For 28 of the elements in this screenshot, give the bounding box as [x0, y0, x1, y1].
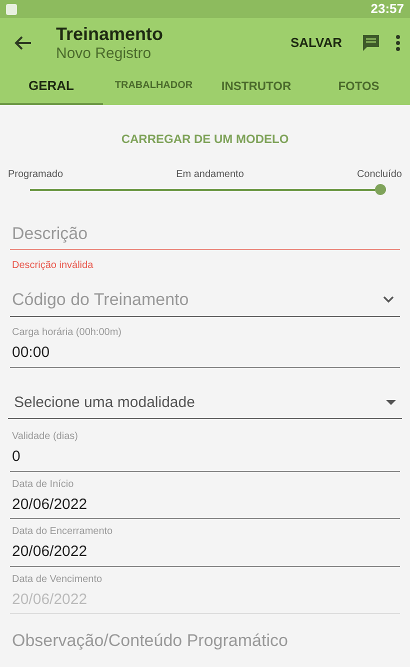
chat-icon[interactable]: [362, 34, 380, 52]
dropdown-field[interactable]: Selecione uma modalidade: [8, 388, 402, 419]
screen-title: Treinamento: [56, 24, 164, 44]
error-message: Descrição inválida: [12, 258, 94, 272]
text-field[interactable]: Descrição: [10, 219, 400, 250]
input-field[interactable]: 00:00: [10, 340, 400, 368]
tab[interactable]: GERAL: [0, 68, 102, 105]
status-label: Programado: [8, 168, 64, 182]
back-icon[interactable]: [14, 35, 32, 51]
caret-down-icon: [386, 400, 396, 406]
save-button[interactable]: SALVAR: [286, 29, 346, 57]
input-field[interactable]: 20/06/2022: [10, 539, 400, 566]
clock: 23:57: [370, 0, 404, 18]
field-label: Carga horária (00h:00m): [12, 326, 122, 340]
status-label: Concluído: [356, 168, 402, 182]
screen-subtitle: Novo Registro: [56, 44, 152, 62]
text-field[interactable]: Observação/Conteúdo Programático: [10, 626, 400, 656]
input-field[interactable]: 0: [10, 444, 400, 472]
input-field[interactable]: 20/06/2022: [10, 492, 400, 519]
field-label: Validade (dias): [12, 430, 79, 444]
slider-thumb[interactable]: [375, 184, 386, 195]
field-label: Data de Início: [12, 478, 75, 492]
field-label: Data do Encerramento: [12, 525, 114, 539]
chevron-down-icon: [383, 296, 394, 303]
status-label: Em andamento: [176, 168, 244, 182]
notification-icon: [6, 4, 17, 14]
field-label: Data de Vencimento: [12, 572, 104, 586]
more-icon[interactable]: [396, 35, 400, 51]
